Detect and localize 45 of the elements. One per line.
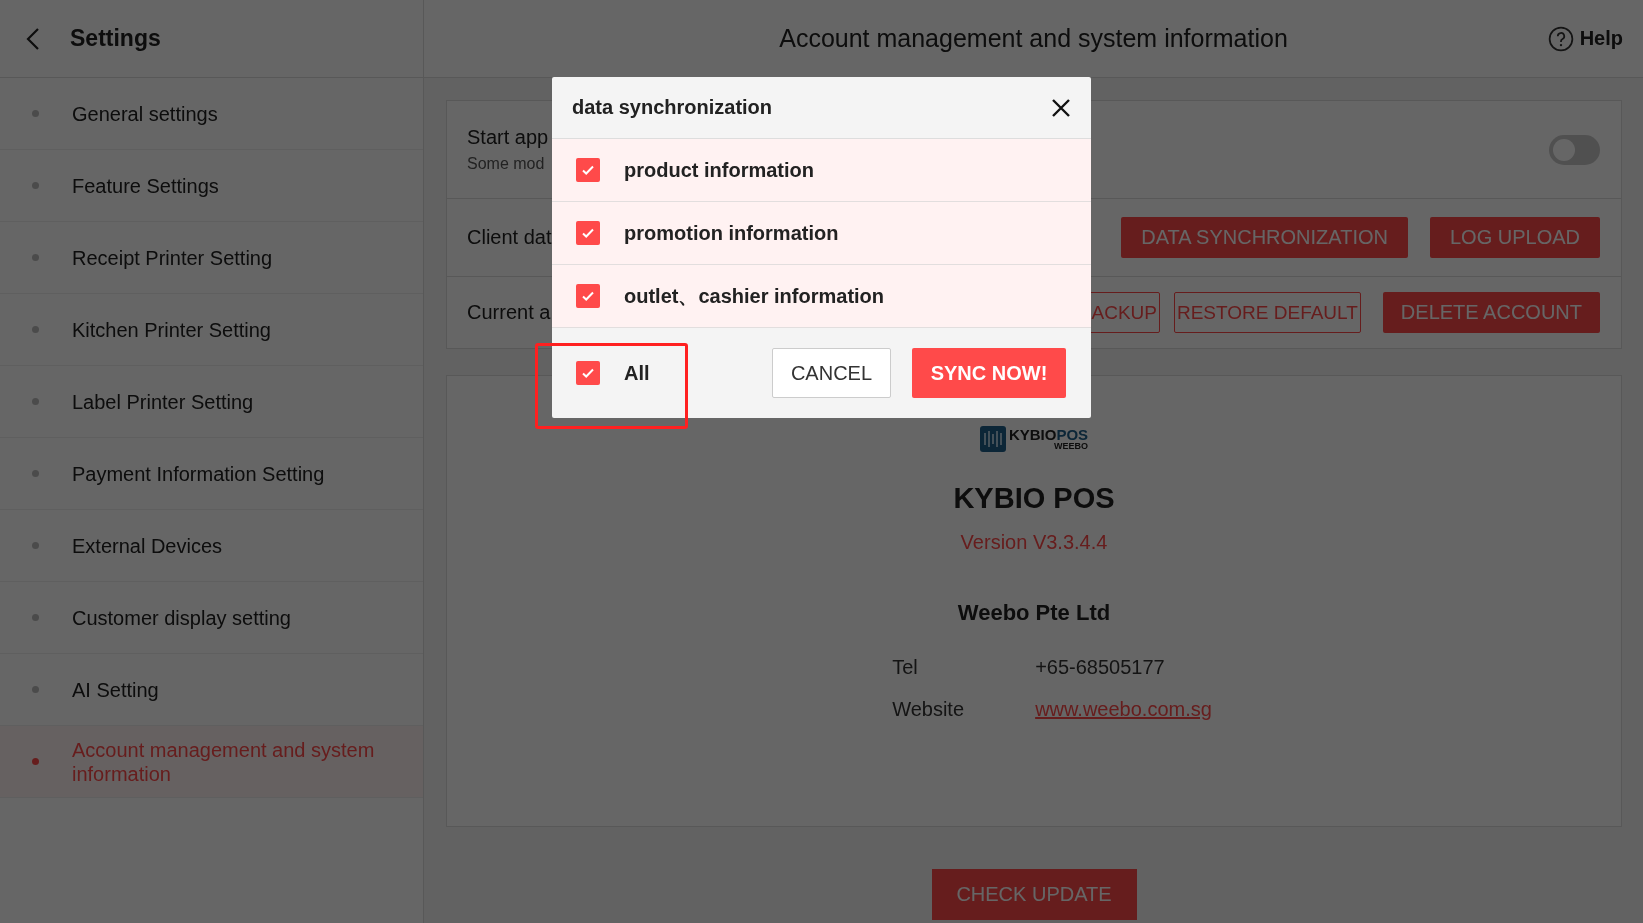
cancel-button[interactable]: CANCEL	[772, 348, 891, 398]
logo-icon	[979, 426, 1006, 452]
sidebar-item[interactable]: Receipt Printer Setting	[0, 222, 423, 294]
dialog-title: data synchronization	[572, 96, 773, 119]
action-button[interactable]: LOG UPLOAD	[1429, 217, 1600, 258]
company-name: Weebo Pte Ltd	[957, 600, 1111, 626]
checkbox[interactable]	[576, 221, 600, 245]
checkbox[interactable]	[576, 284, 600, 308]
sidebar-item[interactable]: General settings	[0, 78, 423, 150]
version-text: Version V3.3.4.4	[960, 531, 1108, 554]
back-icon[interactable]	[26, 26, 40, 51]
sidebar-item[interactable]: Payment Information Setting	[0, 438, 423, 510]
option-label: product information	[624, 158, 814, 182]
contact-label: Tel	[892, 656, 919, 679]
sync-button[interactable]: SYNC NOW!	[912, 348, 1066, 398]
option-label: promotion information	[624, 221, 839, 245]
action-button[interactable]: ACKUP	[1088, 292, 1160, 333]
contact-value: +65-68505177	[1035, 656, 1166, 679]
check-update-button[interactable]: CHECK UPDATE	[931, 869, 1137, 920]
action-button[interactable]: RESTORE DEFAULT	[1173, 292, 1361, 333]
sidebar-title: Settings	[70, 25, 161, 52]
option-label: outlet、cashier information	[624, 283, 885, 309]
setting-label: Current a	[467, 301, 551, 324]
action-button[interactable]: DATA SYNCHRONIZATION	[1121, 217, 1408, 258]
help-button[interactable]: Help	[1547, 25, 1623, 52]
sidebar-item[interactable]: External Devices	[0, 510, 423, 582]
sidebar-item[interactable]: Kitchen Printer Setting	[0, 294, 423, 366]
page-title: Account management and system information	[779, 24, 1288, 53]
sidebar-item[interactable]: Label Printer Setting	[0, 366, 423, 438]
setting-description: Some mod	[467, 155, 546, 173]
help-icon	[1547, 25, 1574, 52]
action-button[interactable]: DELETE ACCOUNT	[1382, 292, 1600, 333]
option-label: All	[624, 361, 650, 385]
product-name: KYBIO POS	[953, 482, 1115, 515]
checkbox[interactable]	[576, 158, 600, 182]
close-icon[interactable]	[1051, 97, 1071, 118]
logo: KYBIOPOS WEEBO	[979, 426, 1089, 452]
contact-label: Website	[892, 698, 965, 721]
sidebar-item[interactable]: Feature Settings	[0, 150, 423, 222]
website-link[interactable]: www.weebo.com.sg	[1035, 698, 1212, 721]
checkbox[interactable]	[576, 361, 600, 385]
setting-label: Start app	[467, 126, 549, 149]
setting-label: Client dat	[467, 226, 552, 249]
sidebar-item[interactable]: Account management and system information	[0, 726, 423, 798]
sidebar-item[interactable]: Customer display setting	[0, 582, 423, 654]
